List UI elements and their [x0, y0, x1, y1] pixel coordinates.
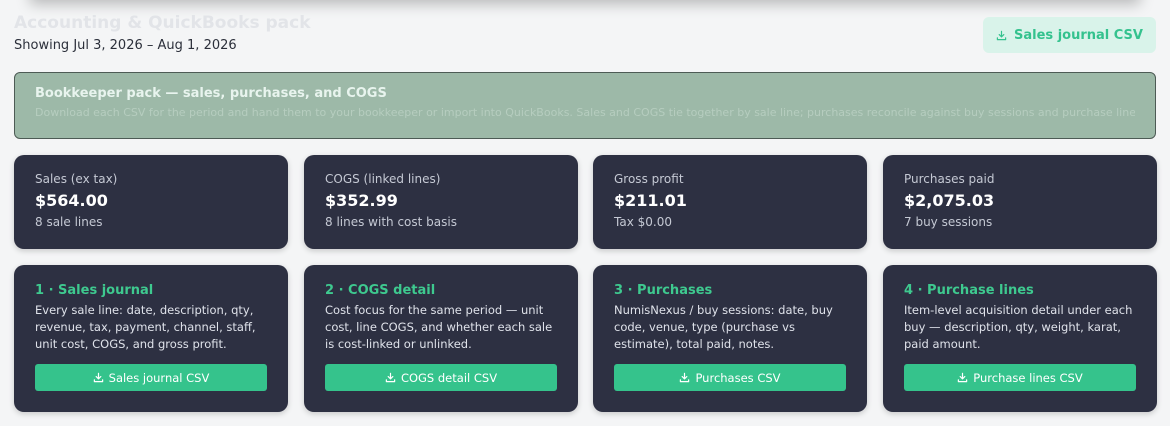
- stat-label: Purchases paid: [904, 172, 995, 186]
- export-card-title: 3 · Purchases: [614, 283, 713, 298]
- export-card-purchases: 3 · Purchases NumisNexus / buy sessions:…: [593, 265, 867, 412]
- export-card-description: NumisNexus / buy sessions: date, buy cod…: [614, 303, 833, 351]
- export-card-sales-journal: 1 · Sales journal Every sale line: date,…: [14, 265, 288, 412]
- purchase-lines-csv-button[interactable]: Purchase lines CSV: [904, 364, 1136, 391]
- export-card-purchase-lines: 4 · Purchase lines Item-level acquisitio…: [883, 265, 1157, 412]
- stat-value: $211.01: [614, 191, 687, 210]
- download-icon: [385, 372, 396, 383]
- button-label: Purchase lines CSV: [973, 370, 1083, 385]
- export-card-cogs-detail: 2 · COGS detail Cost focus for the same …: [304, 265, 578, 412]
- banner-description: Download each CSV for the period and han…: [35, 106, 1135, 119]
- page-title: Accounting & QuickBooks pack: [14, 13, 311, 33]
- stat-card-gross-profit: Gross profit $211.01 Tax $0.00: [593, 155, 867, 249]
- stat-value: $352.99: [325, 191, 398, 210]
- stat-card-sales: Sales (ex tax) $564.00 8 sale lines: [14, 155, 288, 249]
- export-card-description: Every sale line: date, description, qty,…: [35, 303, 256, 351]
- stat-card-purchases: Purchases paid $2,075.03 7 buy sessions: [883, 155, 1157, 249]
- info-banner: Bookkeeper pack — sales, purchases, and …: [14, 72, 1156, 139]
- cogs-detail-csv-button[interactable]: COGS detail CSV: [325, 364, 557, 391]
- button-label: Sales journal CSV: [108, 370, 210, 385]
- stat-value: $564.00: [35, 191, 108, 210]
- stat-label: Gross profit: [614, 172, 684, 186]
- export-card-title: 4 · Purchase lines: [904, 283, 1034, 298]
- export-card-title: 1 · Sales journal: [35, 283, 154, 298]
- export-card-description: Item-level acquisition detail under each…: [904, 303, 1133, 351]
- sales-journal-csv-button[interactable]: Sales journal CSV: [35, 364, 267, 391]
- stat-subtext: 8 sale lines: [35, 215, 103, 229]
- stat-value: $2,075.03: [904, 191, 995, 210]
- stat-label: Sales (ex tax): [35, 172, 118, 186]
- purchases-csv-button[interactable]: Purchases CSV: [614, 364, 846, 391]
- download-icon: [957, 372, 968, 383]
- export-card-title: 2 · COGS detail: [325, 283, 436, 298]
- banner-title: Bookkeeper pack — sales, purchases, and …: [35, 86, 387, 101]
- stat-label: COGS (linked lines): [325, 172, 441, 186]
- stat-subtext: 7 buy sessions: [904, 215, 993, 229]
- sales-journal-export-label: Sales journal CSV: [1014, 27, 1143, 43]
- sales-journal-export-button[interactable]: Sales journal CSV: [983, 17, 1156, 53]
- stat-subtext: Tax $0.00: [614, 215, 672, 229]
- stat-subtext: 8 lines with cost basis: [325, 215, 457, 229]
- download-icon: [679, 372, 690, 383]
- stat-card-cogs: COGS (linked lines) $352.99 8 lines with…: [304, 155, 578, 249]
- button-label: Purchases CSV: [695, 370, 781, 385]
- download-icon: [996, 30, 1007, 41]
- download-icon: [93, 372, 104, 383]
- date-range: Showing Jul 3, 2026 – Aug 1, 2026: [14, 38, 237, 53]
- button-label: COGS detail CSV: [400, 370, 498, 385]
- export-card-description: Cost focus for the same period — unit co…: [325, 303, 553, 351]
